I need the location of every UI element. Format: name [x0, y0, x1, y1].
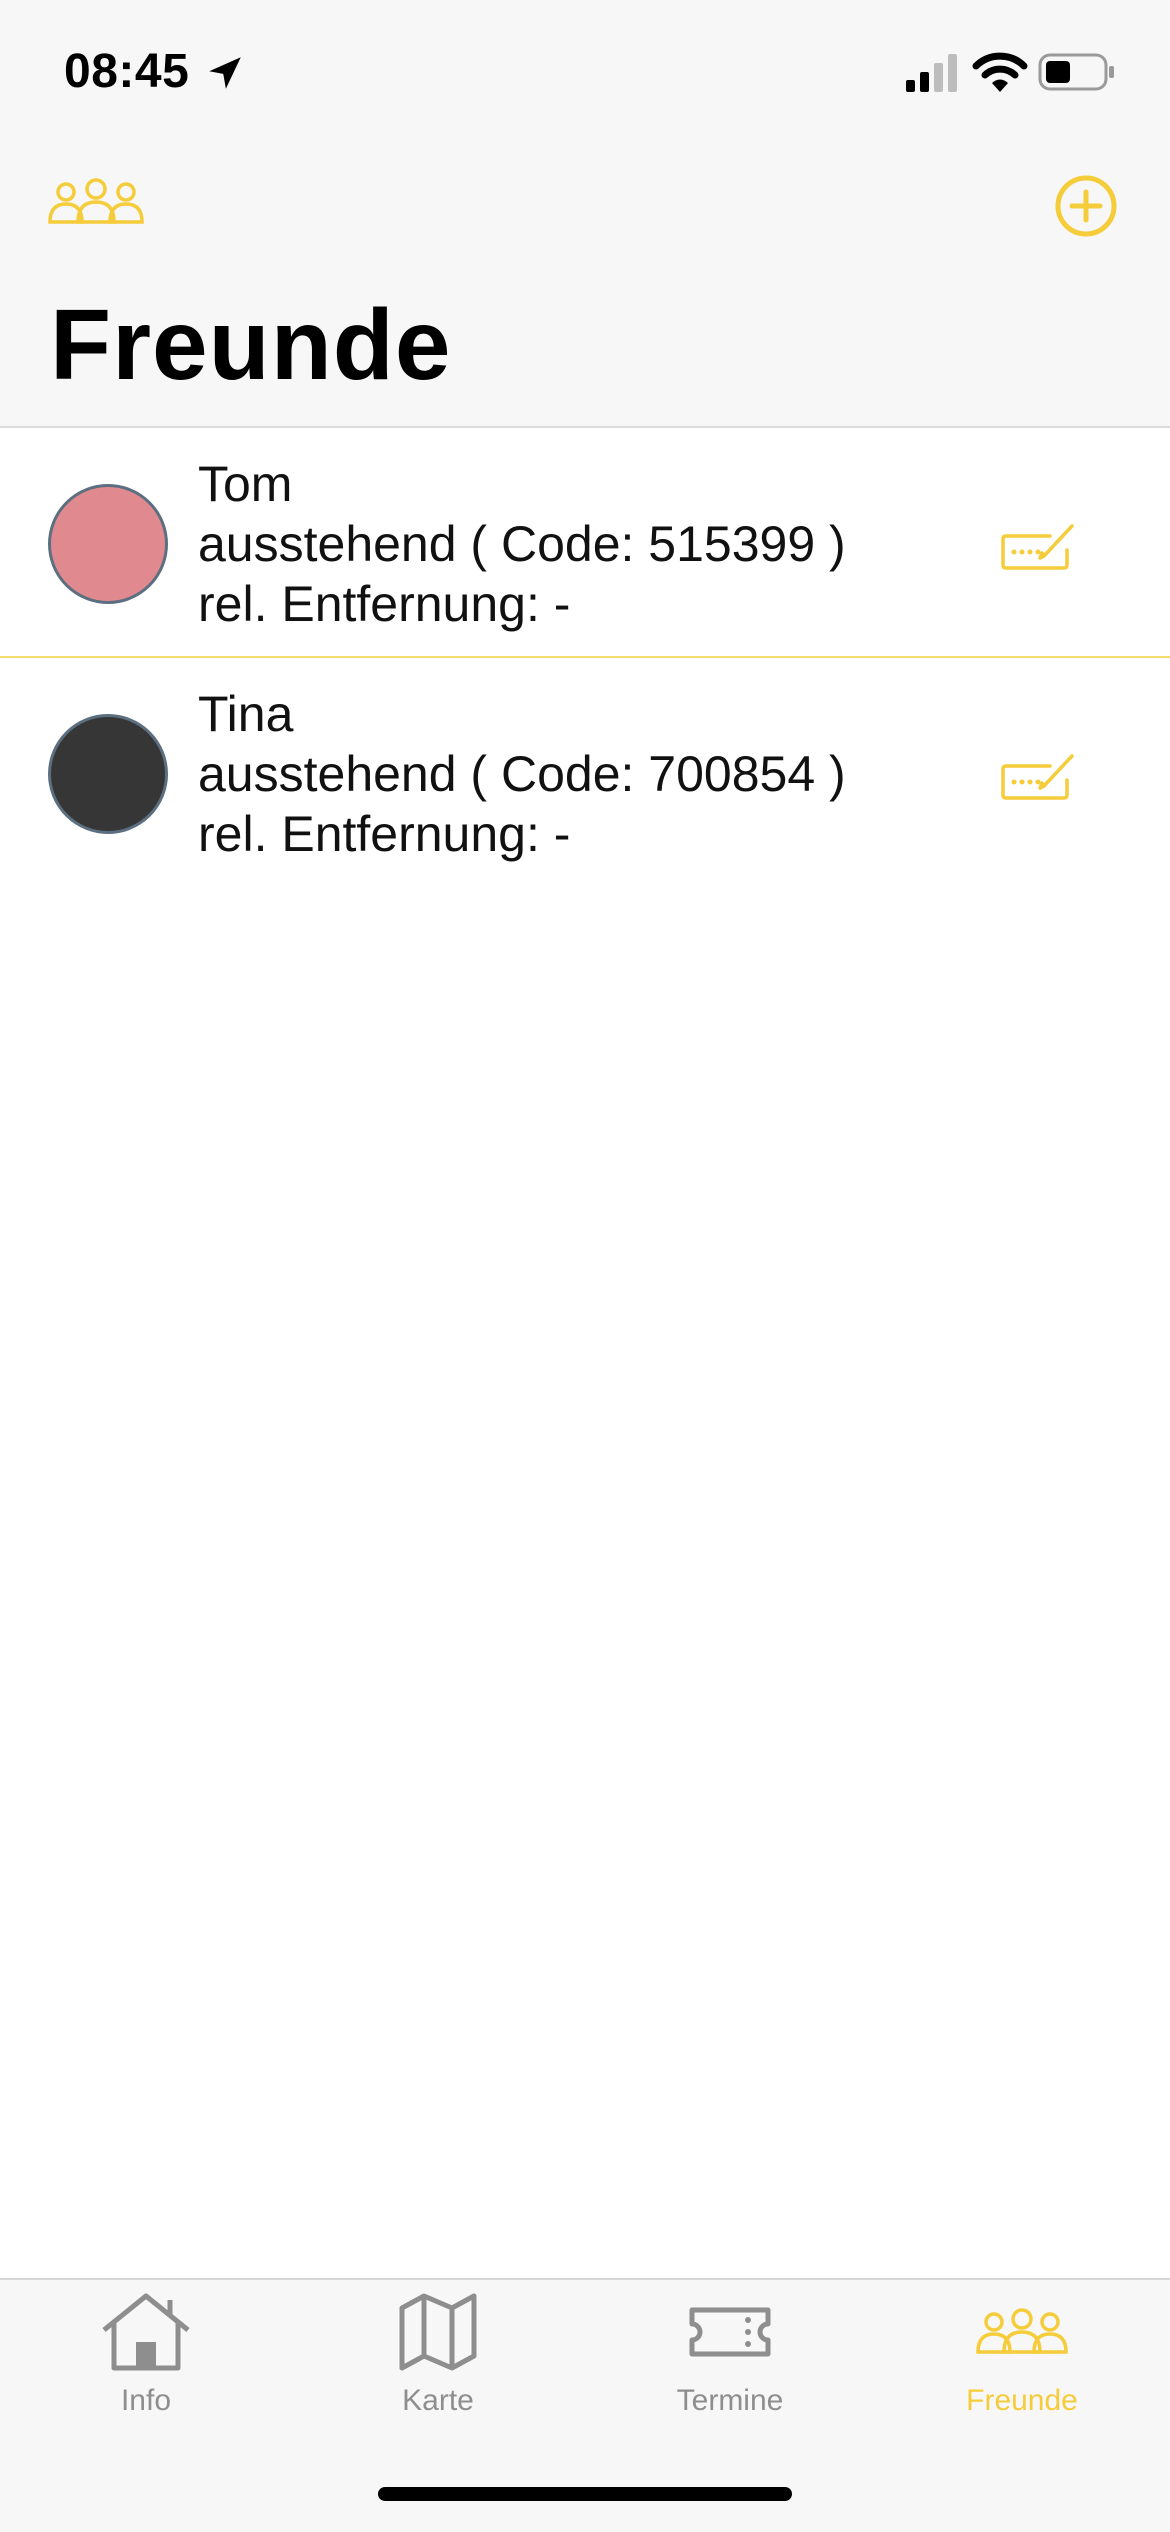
friends-list: Tom ausstehend ( Code: 515399 ) rel. Ent…	[0, 428, 1170, 888]
avatar	[48, 714, 168, 834]
tab-freunde[interactable]: Freunde	[876, 2290, 1168, 2440]
friend-name: Tom	[198, 456, 293, 512]
status-time: 08:45	[64, 45, 190, 98]
add-friend-icon[interactable]	[1054, 174, 1118, 238]
tab-label: Termine	[676, 2384, 784, 2417]
tab-info[interactable]: Info	[0, 2290, 292, 2440]
tab-karte[interactable]: Karte	[292, 2290, 584, 2440]
people-icon	[976, 2308, 1068, 2354]
cellular-signal-icon	[906, 54, 957, 92]
friends-group-icon[interactable]	[46, 178, 146, 230]
friend-row[interactable]: Tom ausstehend ( Code: 515399 ) rel. Ent…	[0, 428, 1170, 658]
house-icon	[102, 2293, 190, 2371]
ticket-icon	[689, 2307, 771, 2357]
tab-label: Freunde	[966, 2384, 1078, 2417]
friend-status: ausstehend ( Code: 515399 )	[198, 516, 846, 572]
edit-icon[interactable]	[1000, 750, 1076, 804]
home-indicator[interactable]	[378, 2487, 792, 2501]
battery-icon	[1038, 53, 1114, 91]
location-arrow-icon	[209, 57, 241, 89]
friend-distance: rel. Entfernung: -	[198, 576, 571, 632]
navigation-header: Freunde	[0, 140, 1170, 428]
page-title: Freunde	[50, 289, 452, 401]
wifi-icon	[972, 52, 1028, 92]
tab-termine[interactable]: Termine	[584, 2290, 876, 2440]
edit-icon[interactable]	[1000, 520, 1076, 574]
map-icon	[399, 2293, 477, 2371]
friend-status: ausstehend ( Code: 700854 )	[198, 746, 846, 802]
tab-label: Karte	[402, 2384, 474, 2417]
avatar	[48, 484, 168, 604]
status-bar: 08:45	[0, 0, 1170, 140]
friend-distance: rel. Entfernung: -	[198, 806, 571, 862]
friend-name: Tina	[198, 686, 294, 742]
tab-label: Info	[120, 2384, 172, 2417]
friend-row[interactable]: Tina ausstehend ( Code: 700854 ) rel. En…	[0, 658, 1170, 888]
